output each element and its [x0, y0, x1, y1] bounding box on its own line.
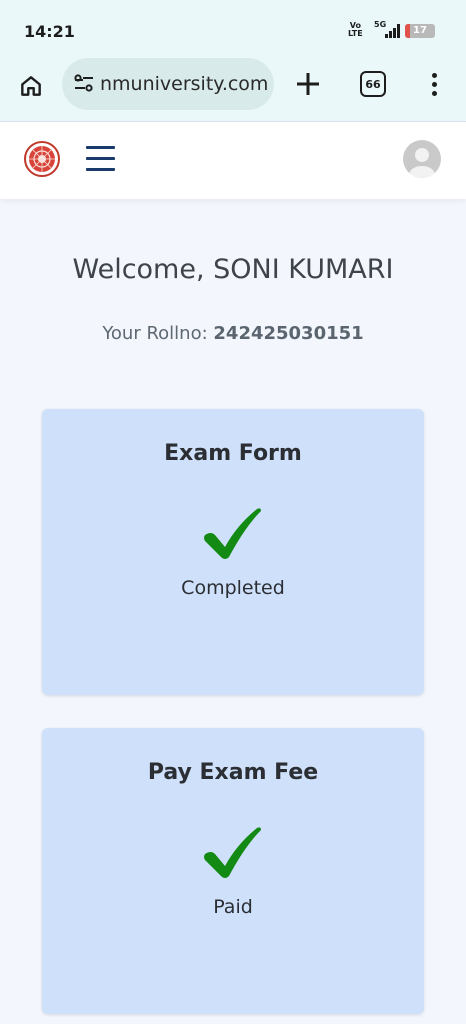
user-avatar-icon[interactable] — [403, 140, 441, 178]
site-header — [0, 121, 466, 199]
card-status: Paid — [213, 896, 253, 918]
volte-bottom: LTE — [348, 29, 363, 38]
check-icon — [204, 827, 261, 878]
rollno-label: Your Rollno: — [102, 323, 214, 344]
home-button[interactable] — [15, 70, 47, 102]
more-vert-icon[interactable] — [426, 70, 442, 98]
battery-icon: 17 — [405, 24, 435, 38]
pay-exam-fee-card[interactable]: Pay Exam Fee Paid — [42, 728, 424, 1014]
status-time: 14:21 — [24, 22, 75, 41]
home-icon — [21, 76, 41, 96]
new-tab-icon[interactable] — [294, 70, 322, 98]
tab-switcher-button[interactable]: 66 — [360, 71, 386, 97]
rollno-line: Your Rollno: 242425030151 — [0, 323, 466, 344]
rollno-value: 242425030151 — [213, 323, 364, 344]
volte-indicator: Vo LTE — [348, 22, 363, 38]
address-bar[interactable]: nmuniversity.com — [62, 58, 274, 110]
battery-text: 17 — [413, 25, 427, 36]
avatar-silhouette — [409, 148, 435, 178]
site-settings-icon[interactable] — [72, 72, 96, 96]
student-name: SONI KUMARI — [213, 254, 394, 285]
browser-toolbar: nmuniversity.com 66 — [0, 58, 466, 120]
welcome-prefix: Welcome, — [72, 254, 214, 285]
hamburger-menu-icon[interactable] — [86, 144, 116, 174]
welcome-heading: Welcome, SONI KUMARI — [0, 254, 466, 285]
card-status: Completed — [181, 577, 285, 599]
status-bar: 14:21 Vo LTE 5G 17 — [0, 0, 466, 58]
signal-icon — [379, 24, 401, 38]
exam-form-card[interactable]: Exam Form Completed — [42, 409, 424, 695]
university-logo[interactable] — [24, 141, 60, 177]
card-title: Exam Form — [164, 441, 302, 466]
check-icon — [204, 508, 261, 559]
url-text[interactable]: nmuniversity.com — [100, 72, 270, 96]
card-title: Pay Exam Fee — [147, 760, 319, 785]
